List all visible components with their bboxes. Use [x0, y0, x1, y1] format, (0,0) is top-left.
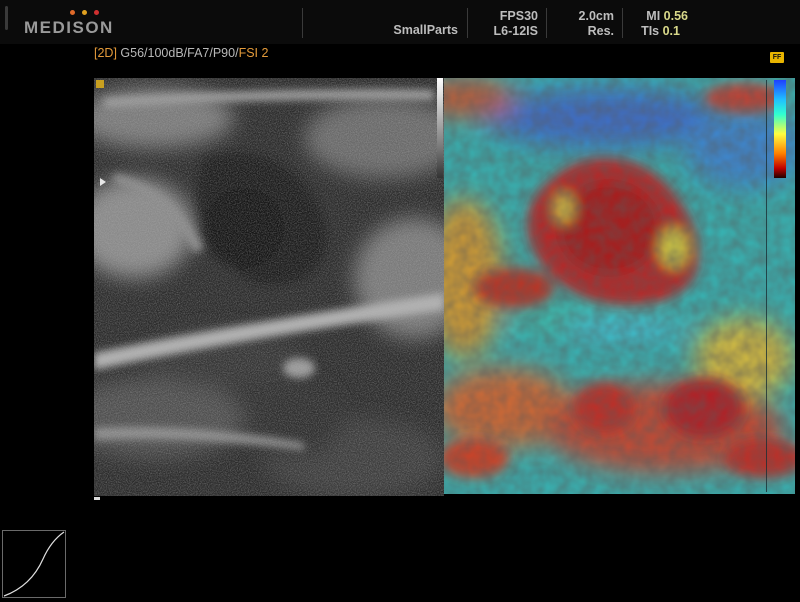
- brand-name: MEDISON: [24, 18, 114, 37]
- divider: [622, 8, 623, 38]
- tis-label: TIs: [641, 24, 660, 38]
- bmode-texture: [94, 78, 444, 496]
- settings-label: G56/100dB/FA7/P90/: [116, 46, 239, 60]
- mi-value: 0.56: [663, 9, 688, 23]
- imaging-parameters: [2D] G56/100dB/FA7/P90/FSI 2: [94, 46, 268, 60]
- focus-marker-icon[interactable]: [100, 178, 106, 186]
- fps-label: FPS30: [499, 9, 538, 23]
- tis-value: 0.1: [662, 24, 680, 38]
- curve-graph: [3, 531, 65, 597]
- elastography-colormap: [444, 78, 795, 494]
- mi-label: MI: [646, 9, 661, 23]
- elastography-image: [444, 78, 795, 494]
- preset-label: SmallParts: [393, 23, 458, 37]
- logo-dots: [70, 10, 110, 16]
- mode-label: [2D]: [94, 46, 117, 60]
- divider: [302, 8, 303, 38]
- orientation-marker-icon: [96, 80, 104, 88]
- bmode-image: [94, 78, 444, 496]
- status-bar: MEDISON SmallParts FPS30 L6-12IS 2.0cm R…: [0, 0, 800, 44]
- mi-readout: MI 0.56: [630, 9, 688, 23]
- gray-map-curve: [2, 530, 66, 598]
- window-handle: [5, 6, 8, 30]
- probe-label: L6-12IS: [493, 24, 538, 38]
- cursor-line[interactable]: [766, 80, 767, 492]
- fsi-label: FSI 2: [238, 46, 269, 60]
- brand-logo: MEDISON: [24, 10, 114, 40]
- elasticity-color-bar: [774, 80, 786, 178]
- ff-badge-icon: FF: [770, 52, 784, 63]
- depth-label: 2.0cm: [578, 9, 614, 23]
- divider: [546, 8, 547, 38]
- tis-readout: TIs 0.1: [630, 24, 680, 38]
- depth-tick: [94, 497, 100, 500]
- grayscale-bar: [437, 78, 443, 178]
- resolution-label: Res.: [587, 24, 614, 38]
